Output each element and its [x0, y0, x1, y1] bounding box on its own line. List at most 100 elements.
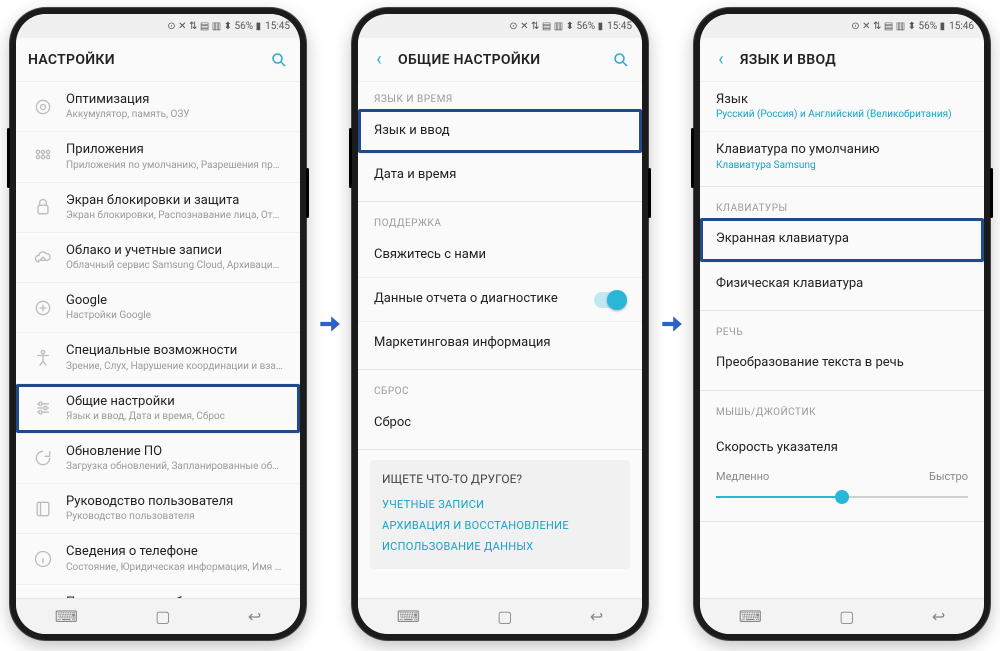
back-button[interactable]: ↩ [248, 607, 261, 626]
search-icon[interactable] [612, 51, 630, 69]
row-label: Свяжитесь с нами [374, 247, 626, 263]
search-icon[interactable] [270, 51, 288, 69]
android-navbar: ⌨ ▢ ↩ [358, 598, 642, 634]
android-navbar: ⌨ ▢ ↩ [700, 598, 984, 634]
settings-row-google[interactable]: Google Настройки Google [16, 282, 300, 332]
section-label: ПОДДЕРЖКА [358, 206, 642, 233]
settings-row-access[interactable]: Специальные возможности Зрение, Слух, На… [16, 332, 300, 382]
back-icon[interactable]: ‹ [370, 49, 388, 70]
settings-row-update[interactable]: Обновление ПО Загрузка обновлений, Запла… [16, 433, 300, 483]
row-label: Приложения [66, 142, 284, 158]
settings-list[interactable]: Оптимизация Аккумулятор, память, ОЗУ При… [16, 82, 300, 598]
header: НАСТРОЙКИ [16, 38, 300, 82]
row-subtitle: Приложения по умолчанию, Разрешения прил… [66, 159, 284, 172]
page-title: ОБЩИЕ НАСТРОЙКИ [398, 52, 602, 68]
settings-row-apps[interactable]: Приложения Приложения по умолчанию, Разр… [16, 131, 300, 181]
settings-row-optimize[interactable]: Оптимизация Аккумулятор, память, ОЗУ [16, 82, 300, 131]
settings-row[interactable]: Свяжитесь с нами [358, 233, 642, 277]
status-icons: ⊙ ✕ ⇅ ▤ ▥ ⬍ 56% ▮ [851, 21, 945, 32]
row-label: Оптимизация [66, 92, 284, 108]
settings-row[interactable]: Маркетинговая информация [358, 321, 642, 365]
phone-frame: ⊙ ✕ ⇅ ▤ ▥ ⬍ 56% ▮ 15:45 НАСТРОЙКИ Оптими… [10, 8, 306, 640]
screen: ⊙ ✕ ⇅ ▤ ▥ ⬍ 56% ▮ 15:46 ‹ ЯЗЫК И ВВОД Яз… [700, 14, 984, 634]
pointer-speed-slider[interactable]: Медленно Быстро [700, 466, 984, 517]
status-time: 15:45 [265, 21, 290, 32]
row-subtitle: Экран блокировки, Распознавание лица, От… [66, 209, 284, 222]
screen: ⊙ ✕ ⇅ ▤ ▥ ⬍ 56% ▮ 15:45 ‹ ОБЩИЕ НАСТРОЙК… [358, 14, 642, 634]
settings-row[interactable]: Физическая клавиатура [700, 262, 984, 306]
home-button[interactable]: ▢ [155, 607, 170, 626]
row-label: Дата и время [374, 167, 626, 183]
toggle-switch[interactable] [594, 292, 626, 308]
back-button[interactable]: ↩ [590, 607, 603, 626]
row-label: Сброс [374, 415, 626, 431]
recents-button[interactable]: ⌨ [739, 607, 762, 626]
info-icon [32, 548, 54, 570]
settings-row[interactable]: Преобразование текста в речь [700, 342, 984, 386]
home-button[interactable]: ▢ [497, 607, 512, 626]
row-label: Специальные возможности [66, 343, 284, 359]
row-label: Параметры разработчика [66, 595, 284, 599]
row-subtitle: Аккумулятор, память, ОЗУ [66, 108, 284, 121]
row-subtitle: Загрузка обновлений, Запланированные обн… [66, 460, 284, 473]
status-time: 15:45 [607, 21, 632, 32]
row-subtitle: Зрение, Слух, Нарушение координации и вз… [66, 360, 284, 373]
header: ‹ ЯЗЫК И ВВОД [700, 38, 984, 82]
screen: ⊙ ✕ ⇅ ▤ ▥ ⬍ 56% ▮ 15:45 НАСТРОЙКИ Оптими… [16, 14, 300, 634]
row-subtitle: Русский (Россия) и Английский (Великобри… [716, 108, 968, 121]
section-label: СБРОС [358, 374, 642, 401]
row-subtitle: Клавиатура Samsung [716, 159, 968, 172]
settings-row: Скорость указателя [700, 422, 984, 466]
settings-row-cloud[interactable]: Облако и учетные записи Облачный сервис … [16, 232, 300, 282]
update-icon [32, 447, 54, 469]
row-label: Общие настройки [66, 394, 284, 410]
row-label: Скорость указателя [716, 440, 968, 456]
status-bar: ⊙ ✕ ⇅ ▤ ▥ ⬍ 56% ▮ 15:46 [700, 14, 984, 38]
suggestions-card: ИЩЕТЕ ЧТО-ТО ДРУГОЕ? УЧЕТНЫЕ ЗАПИСИАРХИВ… [370, 460, 630, 569]
optimize-icon [32, 96, 54, 118]
page-title: НАСТРОЙКИ [28, 52, 260, 68]
row-label: Физическая клавиатура [716, 276, 968, 292]
settings-row[interactable]: Экранная клавиатура [700, 218, 984, 262]
back-button[interactable]: ↩ [932, 607, 945, 626]
settings-row-sliders[interactable]: Общие настройки Язык и ввод, Дата и врем… [16, 383, 300, 433]
section-label: ЯЗЫК И ВРЕМЯ [358, 82, 642, 109]
row-subtitle: Облачный сервис Samsung Cloud, Архивация… [66, 259, 284, 272]
recents-button[interactable]: ⌨ [55, 607, 78, 626]
row-label: Данные отчета о диагностике [374, 291, 582, 307]
home-button[interactable]: ▢ [839, 607, 854, 626]
section-label: РЕЧЬ [700, 315, 984, 342]
suggestion-link[interactable]: УЧЕТНЫЕ ЗАПИСИ [382, 494, 618, 515]
apps-icon [32, 146, 54, 168]
settings-row[interactable]: Язык Русский (Россия) и Английский (Вели… [700, 82, 984, 131]
sliders-icon [32, 397, 54, 419]
section-label: КЛАВИАТУРЫ [700, 191, 984, 218]
settings-row[interactable]: Дата и время [358, 153, 642, 197]
settings-row-lock[interactable]: Экран блокировки и защита Экран блокиров… [16, 182, 300, 232]
google-icon [32, 297, 54, 319]
phone-frame: ⊙ ✕ ⇅ ▤ ▥ ⬍ 56% ▮ 15:45 ‹ ОБЩИЕ НАСТРОЙК… [352, 8, 648, 640]
settings-row-info[interactable]: Сведения о телефоне Состояние, Юридическ… [16, 533, 300, 583]
section-label: МЫШЬ/ДЖОЙСТИК [700, 395, 984, 422]
row-label: Сведения о телефоне [66, 544, 284, 560]
lang-input-list[interactable]: Язык Русский (Россия) и Английский (Вели… [700, 82, 984, 598]
row-subtitle: Настройки Google [66, 309, 284, 322]
status-time: 15:46 [949, 21, 974, 32]
row-label: Руководство пользователя [66, 494, 284, 510]
general-settings-list[interactable]: ЯЗЫК И ВРЕМЯ Язык и ввод Дата и время ПО… [358, 82, 642, 598]
settings-row-book[interactable]: Руководство пользователя Руководство пол… [16, 483, 300, 533]
card-title: ИЩЕТЕ ЧТО-ТО ДРУГОЕ? [382, 472, 618, 486]
settings-row[interactable]: Сброс [358, 401, 642, 445]
step-arrow-icon [314, 311, 344, 337]
suggestion-link[interactable]: ИСПОЛЬЗОВАНИЕ ДАННЫХ [382, 536, 618, 557]
settings-row[interactable]: Клавиатура по умолчанию Клавиатура Samsu… [700, 131, 984, 181]
row-label: Маркетинговая информация [374, 335, 626, 351]
recents-button[interactable]: ⌨ [397, 607, 420, 626]
row-subtitle: Руководство пользователя [66, 510, 284, 523]
status-bar: ⊙ ✕ ⇅ ▤ ▥ ⬍ 56% ▮ 15:45 [358, 14, 642, 38]
settings-row[interactable]: Данные отчета о диагностике [358, 277, 642, 321]
settings-row[interactable]: Язык и ввод [358, 109, 642, 153]
settings-row-dev[interactable]: Параметры разработчика Параметры разрабо… [16, 584, 300, 599]
suggestion-link[interactable]: АРХИВАЦИЯ И ВОССТАНОВЛЕНИЕ [382, 515, 618, 536]
back-icon[interactable]: ‹ [712, 49, 730, 70]
